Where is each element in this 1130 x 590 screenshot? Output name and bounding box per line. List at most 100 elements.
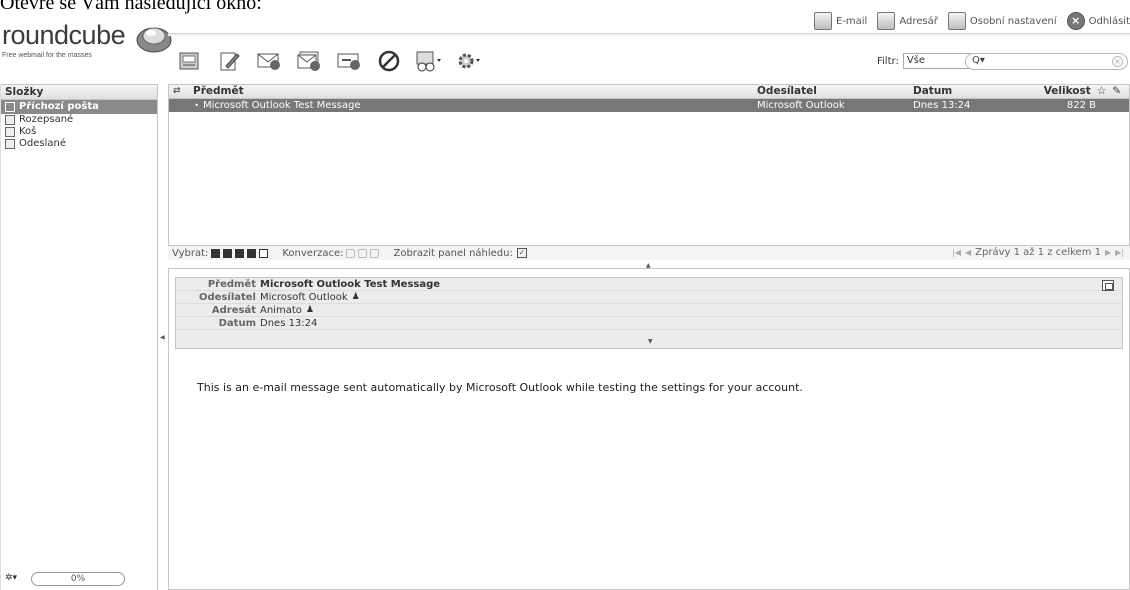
search-icon[interactable]: Q▾ — [972, 55, 985, 66]
email-icon — [813, 12, 832, 30]
folder-drafts[interactable]: Rozepsané — [1, 114, 157, 126]
column-date[interactable]: Datum — [913, 85, 1037, 98]
row-subject: Microsoft Outlook Test Message — [203, 100, 361, 111]
quota-area: ✲▾ 0% — [5, 572, 125, 586]
nav-logout[interactable]: × Odhlásit — [1066, 12, 1130, 30]
message-list-footer: Vybrat: Konverzace: Zobrazit panel náhle… — [168, 246, 1130, 260]
list-options-icon[interactable]: ⇄ — [169, 85, 193, 98]
header-date: Dnes 13:24 — [260, 317, 318, 329]
message-body: This is an e-mail message sent automatic… — [197, 381, 803, 394]
prev-page-icon[interactable]: ◀ — [965, 246, 971, 260]
expand-headers-icon[interactable]: ▼ — [648, 338, 653, 345]
nav-logout-label: Odhlásit — [1088, 15, 1130, 27]
folder-inbox[interactable]: Příchozí pošta — [1, 100, 157, 114]
column-size-wrap: Velikost ☆ ✎ — [1037, 85, 1129, 98]
more-actions-button[interactable] — [456, 48, 482, 74]
addressbook-icon — [877, 12, 896, 30]
last-page-icon[interactable]: ▶| — [1115, 246, 1124, 260]
threads-label: Konverzace: — [282, 247, 344, 259]
header-label: Odesílatel — [199, 292, 256, 303]
logout-icon: × — [1066, 12, 1085, 30]
vertical-splitter-icon[interactable]: ◀ — [160, 334, 165, 341]
reply-icon — [257, 53, 280, 70]
add-contact-icon[interactable]: ♟ — [352, 291, 360, 304]
gear-icon — [458, 53, 480, 69]
next-page-icon[interactable]: ▶ — [1105, 246, 1111, 260]
nav-settings[interactable]: Osobní nastavení — [947, 12, 1057, 30]
open-in-window-icon[interactable] — [1102, 280, 1114, 291]
thread-expand-all-icon[interactable] — [358, 248, 368, 258]
delete-icon — [378, 50, 400, 72]
quota-bar: 0% — [31, 572, 125, 586]
column-subject[interactable]: Předmět — [193, 85, 757, 98]
select-label: Vybrat: — [172, 247, 209, 259]
thread-collapse-icon[interactable] — [370, 248, 380, 258]
folder-actions-gear-icon[interactable]: ✲▾ — [5, 573, 25, 585]
select-invert-icon[interactable] — [247, 248, 257, 258]
intro-text: Otevře se Vám následující okno: — [0, 0, 262, 14]
top-navigation: E-mail Adresář Osobní nastavení × Odhlás… — [813, 10, 1130, 32]
attachment-column-icon: ✎ — [1112, 85, 1121, 97]
flag-column-icon[interactable]: ☆ — [1097, 85, 1106, 98]
nav-addressbook-label: Adresář — [899, 15, 938, 27]
reply-all-icon — [297, 51, 320, 71]
header-to[interactable]: Animato — [260, 304, 302, 317]
header-from-wrap: Microsoft Outlook ♟ — [260, 291, 360, 303]
column-from[interactable]: Odesílatel — [757, 85, 913, 98]
folder-sent[interactable]: Odeslané — [1, 138, 157, 150]
mark-icon — [416, 51, 441, 72]
logo-word: roundcube — [2, 20, 126, 50]
logo-tagline: Free webmail for the masses — [2, 52, 92, 59]
check-mail-button[interactable] — [176, 48, 202, 74]
add-contact-icon[interactable]: ♟ — [306, 304, 314, 317]
folder-trash[interactable]: Koš — [1, 126, 157, 138]
header-row-date: Datum Dnes 13:24 — [176, 317, 1122, 330]
message-status-icon: • — [194, 101, 199, 110]
header-divider — [168, 33, 1130, 36]
search-input[interactable]: Q▾ × — [965, 53, 1128, 70]
row-date: Dnes 13:24 — [913, 100, 971, 111]
forward-icon — [337, 53, 360, 70]
row-from: Microsoft Outlook — [757, 100, 845, 111]
header-to-wrap: Animato ♟ — [260, 304, 314, 316]
header-label: Adresát — [211, 305, 256, 316]
table-row[interactable]: • Microsoft Outlook Test Message Microso… — [169, 99, 1129, 112]
header-row-from: Odesílatel Microsoft Outlook ♟ — [176, 291, 1122, 304]
header-row-subject: Předmět Microsoft Outlook Test Message — [176, 278, 1122, 291]
delete-button[interactable] — [376, 48, 402, 74]
mail-toolbar — [176, 44, 482, 78]
clear-search-icon[interactable]: × — [1112, 56, 1123, 67]
pager-count: Zprávy 1 až 1 z celkem 1 — [975, 247, 1101, 258]
compose-icon — [220, 52, 240, 71]
select-unread-icon[interactable] — [235, 248, 245, 258]
pencil-icon — [5, 115, 15, 125]
nav-email-label: E-mail — [835, 15, 868, 27]
nav-email[interactable]: E-mail — [813, 12, 868, 30]
preview-pane: Předmět Microsoft Outlook Test Message O… — [168, 268, 1130, 590]
mark-button[interactable] — [416, 48, 442, 74]
settings-icon — [947, 12, 966, 30]
header-subject: Microsoft Outlook Test Message — [260, 278, 441, 290]
column-size[interactable]: Velikost — [1044, 85, 1091, 98]
select-all-icon[interactable] — [211, 248, 221, 258]
select-page-icon[interactable] — [223, 248, 233, 258]
select-none-icon[interactable] — [259, 248, 269, 258]
reply-all-button[interactable] — [296, 48, 322, 74]
folder-label: Příchozí pošta — [19, 101, 99, 112]
preview-pane-checkbox[interactable]: ✓ — [516, 248, 527, 258]
thread-expand-icon[interactable] — [346, 248, 356, 258]
header-label: Předmět — [207, 279, 256, 290]
row-size: 822 B — [1066, 100, 1096, 111]
check-mail-icon — [179, 52, 199, 70]
nav-settings-label: Osobní nastavení — [969, 15, 1057, 27]
header-from[interactable]: Microsoft Outlook — [260, 291, 348, 304]
compose-button[interactable] — [216, 48, 242, 74]
message-headers: Předmět Microsoft Outlook Test Message O… — [175, 277, 1123, 349]
folder-panel: Složky Příchozí pošta Rozepsané Koš Odes… — [0, 84, 158, 590]
forward-button[interactable] — [336, 48, 362, 74]
nav-addressbook[interactable]: Adresář — [877, 12, 938, 30]
reply-button[interactable] — [256, 48, 282, 74]
first-page-icon[interactable]: |◀ — [952, 246, 961, 260]
folder-panel-title: Složky — [1, 84, 157, 100]
inbox-icon — [5, 102, 15, 112]
